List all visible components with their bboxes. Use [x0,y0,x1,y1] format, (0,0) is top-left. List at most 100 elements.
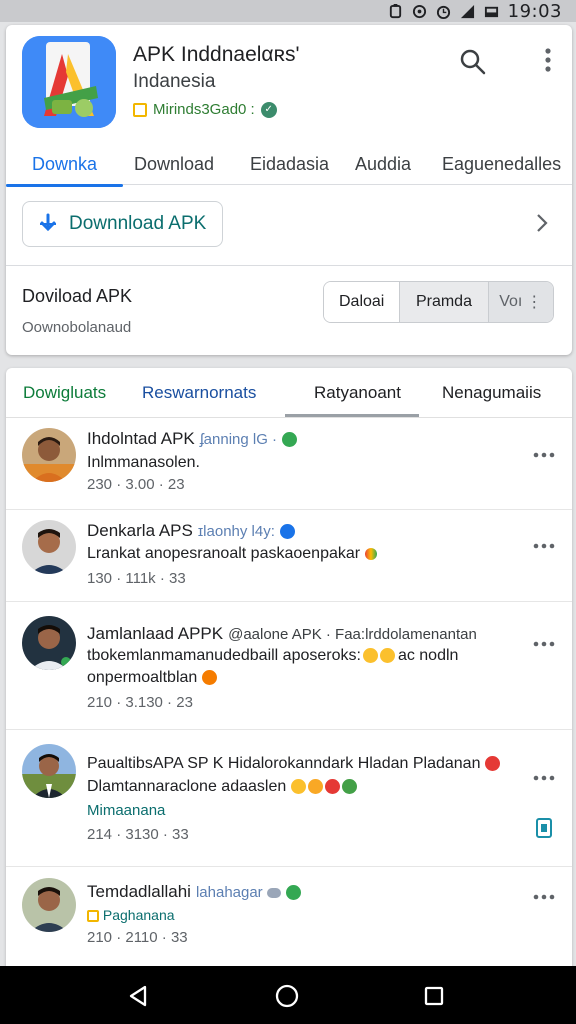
feed-text: Dlamtannaraclone adaaslen [87,778,357,796]
chevron-right-icon[interactable] [532,211,552,235]
author-name: Ihdolntad APK [87,429,195,448]
avatar [22,744,76,798]
more-vert-icon[interactable] [538,45,558,75]
feed-text-suffix: ac nodln [397,647,459,664]
feed-item[interactable]: Denkarla APS ɪlaonhy l4y: Lrankat anopesr… [6,510,572,602]
signal-icon [460,4,474,18]
more-vert-small-icon: ⋮ [526,294,543,311]
download-apk-button[interactable]: Downnload APK [22,201,223,247]
feed-meta: 130 · 111k · 33 [87,570,186,587]
home-icon[interactable] [275,984,299,1008]
avatar [22,878,76,932]
feed-text-line: Dlamtannaraclone adaaslen [87,778,287,795]
feed-tab-dowigluats[interactable]: Dowigluats [23,383,106,403]
app-title: APK Inddnaelαʀs' [133,43,300,66]
feed-author: Ihdolntad APK ʄanning lG · [87,429,297,449]
developer-name: Mirinds3Gad0 : [153,101,255,118]
emoji-icon [364,547,377,560]
feed-text: Lrankat anopesranoalt paskaoenpakar [87,545,377,563]
document-icon[interactable] [536,818,552,838]
more-horiz-icon[interactable] [533,542,555,550]
segment-pramda[interactable]: Pramda [400,282,489,322]
feed-sub: Mimaanana [87,802,166,819]
more-horiz-icon[interactable] [533,451,555,459]
author-handle: @aalone APK · Faa:lrddolamenantan [228,626,477,643]
section-title: Doviload APK [22,286,133,306]
more-horiz-icon[interactable] [533,893,555,901]
tab-downka[interactable]: Downka [6,143,124,187]
emoji-icon [362,648,378,664]
divider [6,265,572,266]
app-subtitle: Indanesia [133,71,216,92]
emoji-icon [290,779,306,795]
author-name: Temdadlallahi [87,882,191,901]
author-name: Jamlanlaad APPK [87,624,224,643]
battery-icon [484,6,498,17]
segment-more-label: Voı [499,293,523,310]
feed-meta: 230 · 3.00 · 23 [87,476,185,493]
feed-sub: Paghanana [87,907,175,923]
emoji-icon [201,670,217,686]
app-logo-icon [22,36,116,128]
section-subtitle: Oownobolanaud [22,319,132,336]
segmented-control: Daloai Pramda Voı ⋮ [323,281,554,323]
segment-daloai[interactable]: Daloai [324,282,401,322]
feed-text-line: onpermoaltblan [87,669,198,686]
author-handle: ɪlaonhy l4y: [197,523,275,540]
feed-tab-nenagumaiis[interactable]: Nenagumaiis [442,383,541,403]
emoji-icon [341,779,357,795]
feed-text: Inlmmanasolen. [87,454,200,471]
author-handle: lahahagar [195,884,263,901]
developer-row[interactable]: Mirinds3Gad0 : ✓ [133,101,277,118]
navigation-bar [0,966,576,1024]
feed-text-line: Lrankat anopesranoalt paskaoenpakar [87,545,361,562]
feed-sub-text: Paghanana [102,907,175,923]
search-icon[interactable] [458,47,488,77]
verified-icon: ✓ [260,101,277,118]
verified-icon [286,885,302,901]
tab-eaguenedalles[interactable]: Eaguenedalles [442,143,561,185]
feed-item[interactable]: Ihdolntad APK ʄanning lG · Inlmmanasolen.… [6,418,572,510]
app-header-card: APK Inddnaelαʀs' Indanesia Mirinds3Gad0 … [6,25,572,355]
status-time: 19:03 [507,0,562,22]
download-arrow-icon [40,213,56,232]
app-icon[interactable] [22,36,116,128]
more-horiz-icon[interactable] [533,640,555,648]
feed-text: onpermoaltblan [87,669,217,687]
emoji-icon [267,887,282,898]
feed-item[interactable]: Temdadlallahi lahahagar Paghanana 210 · 2… [6,867,572,968]
emoji-icon [324,779,340,795]
emoji-icon [307,779,323,795]
feed-meta: 210 · 2110 · 33 [87,929,188,946]
feed-item[interactable]: PaualtibsAPA SP K Hidalorokanndark Hlada… [6,730,572,867]
author-name: PaualtibsAPA SP K [87,755,224,772]
avatar [22,428,76,482]
more-horiz-icon[interactable] [533,774,555,782]
feed-meta: 214 · 3130 · 33 [87,826,189,843]
app-tabs: Downka Download Eidadasia Auddia Eaguene… [6,143,572,187]
verified-icon [279,524,295,540]
feed-tab-indicator [285,414,419,417]
feed-author: PaualtibsAPA SP K Hidalorokanndark Hlada… [87,755,500,773]
feed-item[interactable]: Jamlanlaad APPK @aalone APK · Faa:lrddola… [6,602,572,730]
feed-author: Temdadlallahi lahahagar [87,882,302,902]
developer-badge-icon [133,102,147,117]
tab-download[interactable]: Download [134,143,214,185]
segment-more[interactable]: Voı ⋮ [488,282,553,322]
emoji-icon [379,648,395,664]
feed-author: Denkarla APS ɪlaonhy l4y: [87,521,295,541]
alarm-icon [436,5,450,19]
feed-tab-ratyanoant[interactable]: Ratyanoant [314,383,401,403]
status-bar: 19:03 [0,0,576,22]
back-icon[interactable] [127,985,149,1007]
avatar [22,520,76,574]
sync-icon [412,4,426,18]
feed-meta: 210 · 3.130 · 23 [87,694,193,711]
avatar [22,616,76,670]
recents-icon[interactable] [424,986,444,1006]
tab-auddia[interactable]: Auddia [355,143,411,185]
feed-tab-reswarnornats[interactable]: Reswarnornats [142,383,256,403]
tab-eidadasia[interactable]: Eidadasia [250,143,329,185]
author-name: Denkarla APS [87,521,193,540]
download-apk-label: Downnload APK [69,213,207,234]
